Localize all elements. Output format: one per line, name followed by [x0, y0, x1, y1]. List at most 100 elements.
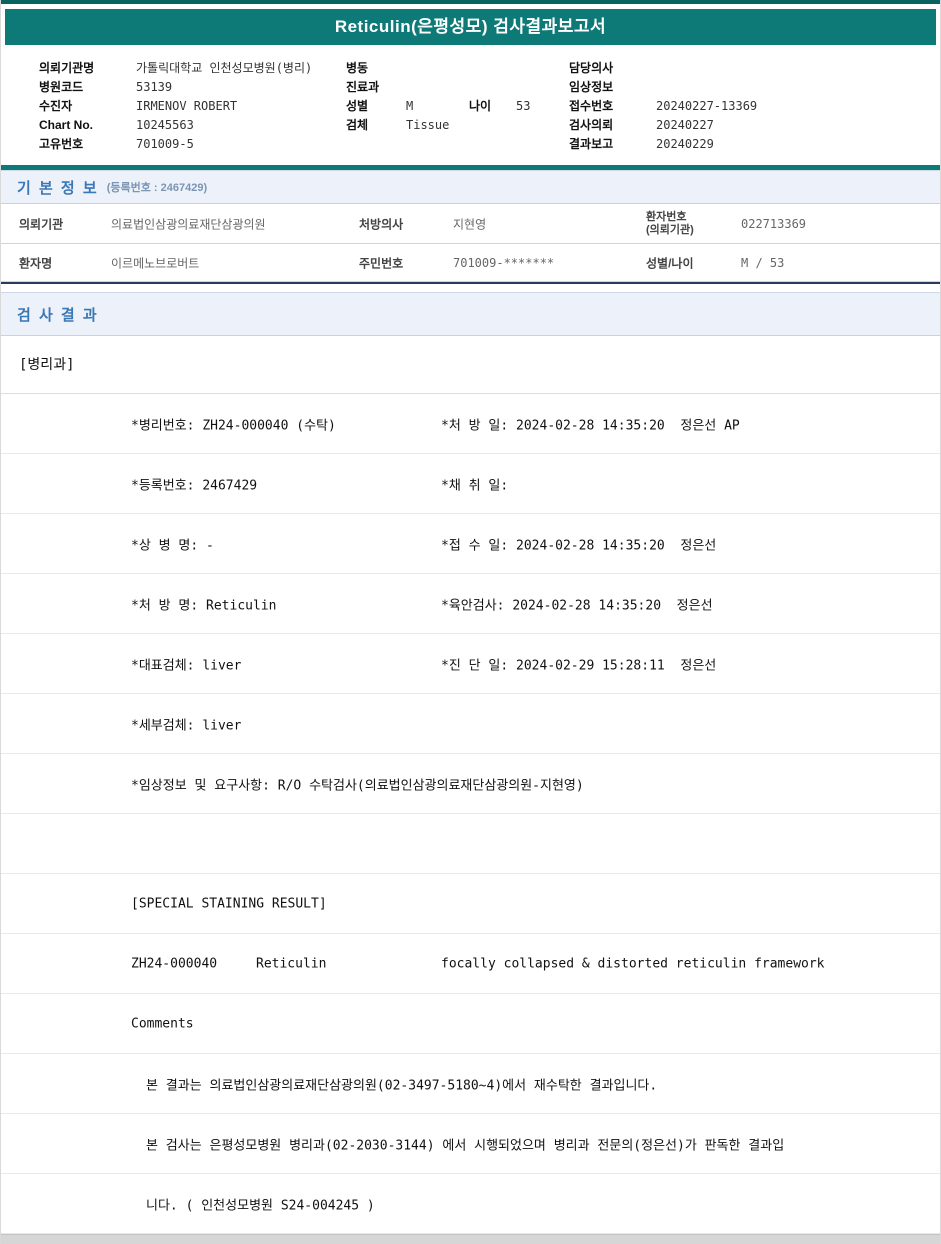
gross-exam-field: *육안검사: 2024-02-28 14:35:20 정은선 — [441, 598, 713, 613]
header-field-sex-age: 성별 M 나이 53 — [346, 97, 530, 116]
report-date-label: 결과보고 — [569, 137, 614, 151]
clinical-info-row: *임상정보 및 요구사항: R/O 수탁검사(의료법인삼광의료재단삼광의원-지현… — [1, 754, 940, 814]
patient-name-value: IRMENOV ROBERT — [136, 99, 238, 113]
header-field-hospital-code: 병원코드 53139 — [39, 78, 312, 97]
header-field-request-date: 검사의뢰 20240227 — [569, 116, 757, 135]
result-detail-row: *대표검체: liver *진 단 일: 2024-02-29 15:28:11… — [1, 634, 940, 694]
request-date-label: 검사의뢰 — [569, 118, 614, 132]
chart-no-label: Chart No. — [39, 118, 93, 132]
diagnosis-date-field: *진 단 일: 2024-02-29 15:28:11 정은선 — [441, 658, 717, 673]
prescribing-doctor-label: 처방의사 — [359, 217, 404, 231]
header-field-specimen: 검체 Tissue — [346, 116, 530, 135]
ward-label: 병동 — [346, 61, 369, 75]
hospital-code-label: 병원코드 — [39, 80, 84, 94]
header-column-left: 의뢰기관명 가톨릭대학교 인천성모병원(병리) 병원코드 53139 수진자 IRME… — [39, 59, 312, 154]
basic-info-title: 기 본 정 보 — [17, 179, 99, 197]
order-name-field: *처 방 명: Reticulin — [131, 598, 277, 613]
header-field-chart-no: Chart No. 10245563 — [39, 116, 312, 135]
header-field-department: 진료과 — [346, 78, 530, 97]
receipt-no-label: 접수번호 — [569, 99, 614, 113]
results-title: 검 사 결 과 — [17, 306, 99, 324]
staining-result-header: [SPECIAL STAINING RESULT] — [131, 896, 327, 911]
sub-specimen-field: *세부검체: liver — [131, 718, 242, 733]
pathology-no-field: *병리번호: ZH24-000040 (수탁) — [131, 418, 336, 433]
result-detail-row: *등록번호: 2467429 *채 취 일: — [1, 454, 940, 514]
report-header: 의뢰기관명 가톨릭대학교 인천성모병원(병리) 병원코드 53139 수진자 IRME… — [1, 45, 940, 165]
age-value: 53 — [516, 99, 531, 113]
sex-value: M — [406, 99, 414, 113]
specimen-value: Tissue — [406, 118, 450, 132]
stain-name: Reticulin — [256, 956, 327, 971]
basic-info-reg-note: (등록번호 : 2467429) — [106, 182, 208, 194]
header-field-unique-no: 고유번호 701009-5 — [39, 135, 312, 154]
result-detail-row: *병리번호: ZH24-000040 (수탁) *처 방 일: 2024-02-… — [1, 394, 940, 454]
prescription-date-field: *처 방 일: 2024-02-28 14:35:20 정은선 AP — [441, 418, 740, 433]
patient-name-label: 수진자 — [39, 99, 73, 113]
header-field-receipt-no: 접수번호 20240227-13369 — [569, 97, 757, 116]
collection-date-field: *채 취 일: — [441, 478, 509, 493]
result-detail-row: *상 병 명: - *접 수 일: 2024-02-28 14:35:20 정은… — [1, 514, 940, 574]
header-column-middle: 병동 진료과 성별 M 나이 53 검체 Tissue — [346, 59, 530, 135]
patient-name-row-value: 이르메노브로버트 — [111, 256, 200, 270]
staining-result-header-row: [SPECIAL STAINING RESULT] — [1, 874, 940, 934]
sex-age-label: 성별/나이 — [646, 256, 694, 270]
referring-org-label: 의뢰기관 — [19, 217, 64, 231]
comment-text: 본 결과는 의료법인삼광의료재단삼광의원(02-3497-5180~4)에서 재… — [146, 1078, 658, 1093]
main-specimen-field: *대표검체: liver — [131, 658, 242, 673]
comment-line: 니다. ( 인천성모병원 S24-004245 ) — [1, 1174, 940, 1234]
window-top-border — [1, 0, 940, 4]
comments-label-row: Comments — [1, 994, 940, 1054]
resident-no-value: 701009-******* — [453, 255, 555, 270]
staining-result-row: ZH24-000040 Reticulin focally collapsed … — [1, 934, 940, 994]
clinical-info-label: 임상정보 — [569, 80, 614, 94]
result-detail-row: *처 방 명: Reticulin *육안검사: 2024-02-28 14:3… — [1, 574, 940, 634]
report-title: Reticulin(은평성모) 검사결과보고서 — [5, 9, 936, 45]
header-field-org-name: 의뢰기관명 가톨릭대학교 인천성모병원(병리) — [39, 59, 312, 78]
comment-line: 본 검사는 은평성모병원 병리과(02-2030-3144) 에서 시행되었으며… — [1, 1114, 940, 1174]
report-date-value: 20240229 — [656, 137, 714, 151]
basic-info-header: 기 본 정 보 (등록번호 : 2467429) — [1, 170, 940, 204]
comment-text: 본 검사는 은평성모병원 병리과(02-2030-3144) 에서 시행되었으며… — [146, 1138, 785, 1153]
department-label: 진료과 — [346, 80, 380, 94]
age-label: 나이 — [469, 99, 492, 113]
window-bottom-bar — [1, 1234, 940, 1244]
pathology-department-label: [병리과] — [1, 336, 940, 394]
empty-row — [1, 814, 940, 874]
clinical-info-text: *임상정보 및 요구사항: R/O 수탁검사(의료법인삼광의료재단삼광의원-지현… — [131, 778, 584, 793]
header-field-clinical-info: 임상정보 — [569, 78, 757, 97]
results-header: 검 사 결 과 — [1, 292, 940, 336]
comment-line: 본 결과는 의료법인삼광의료재단삼광의원(02-3497-5180~4)에서 재… — [1, 1054, 940, 1114]
diagnosis-name-field: *상 병 명: - — [131, 538, 214, 553]
specimen-no: ZH24-000040 — [131, 956, 218, 971]
request-date-value: 20240227 — [656, 118, 714, 132]
sex-label: 성별 — [346, 99, 369, 113]
stain-result: focally collapsed & distorted reticulin … — [441, 956, 825, 971]
receipt-no-value: 20240227-13369 — [656, 99, 758, 113]
unique-no-value: 701009-5 — [136, 137, 194, 151]
report-page: Reticulin(은평성모) 검사결과보고서 의뢰기관명 가톨릭대학교 인천성모… — [0, 0, 941, 1244]
prescribing-doctor-value: 지현영 — [453, 217, 487, 231]
spacer — [1, 284, 940, 292]
header-field-patient-name: 수진자 IRMENOV ROBERT — [39, 97, 312, 116]
patient-no-value: 022713369 — [741, 216, 807, 231]
header-field-report-date: 결과보고 20240229 — [569, 135, 757, 154]
header-column-right: 담당의사 임상정보 접수번호 20240227-13369 검사의뢰 2024022… — [569, 59, 757, 154]
sex-age-value: M / 53 — [741, 255, 785, 270]
unique-no-label: 고유번호 — [39, 137, 84, 151]
registration-no-field: *등록번호: 2467429 — [131, 478, 258, 493]
doctor-label: 담당의사 — [569, 61, 614, 75]
hospital-code-value: 53139 — [136, 80, 173, 94]
chart-no-value: 10245563 — [136, 118, 194, 132]
patient-name-row-label: 환자명 — [19, 256, 53, 270]
header-field-doctor: 담당의사 — [569, 59, 757, 78]
patient-no-label: 환자번호 (의뢰기관) — [646, 210, 694, 236]
comments-label: Comments — [131, 1016, 194, 1031]
org-name-label: 의뢰기관명 — [39, 61, 95, 75]
basic-info-row: 의뢰기관 의료법인삼광의료재단삼광의원 처방의사 지현영 환자번호 (의뢰기관) … — [1, 204, 940, 244]
resident-no-label: 주민번호 — [359, 256, 404, 270]
basic-info-row: 환자명 이르메노브로버트 주민번호 701009-******* 성별/나이 M… — [1, 244, 940, 282]
result-detail-row: *세부검체: liver — [1, 694, 940, 754]
receipt-date-field: *접 수 일: 2024-02-28 14:35:20 정은선 — [441, 538, 717, 553]
comment-text: 니다. ( 인천성모병원 S24-004245 ) — [146, 1198, 375, 1213]
header-field-ward: 병동 — [346, 59, 530, 78]
